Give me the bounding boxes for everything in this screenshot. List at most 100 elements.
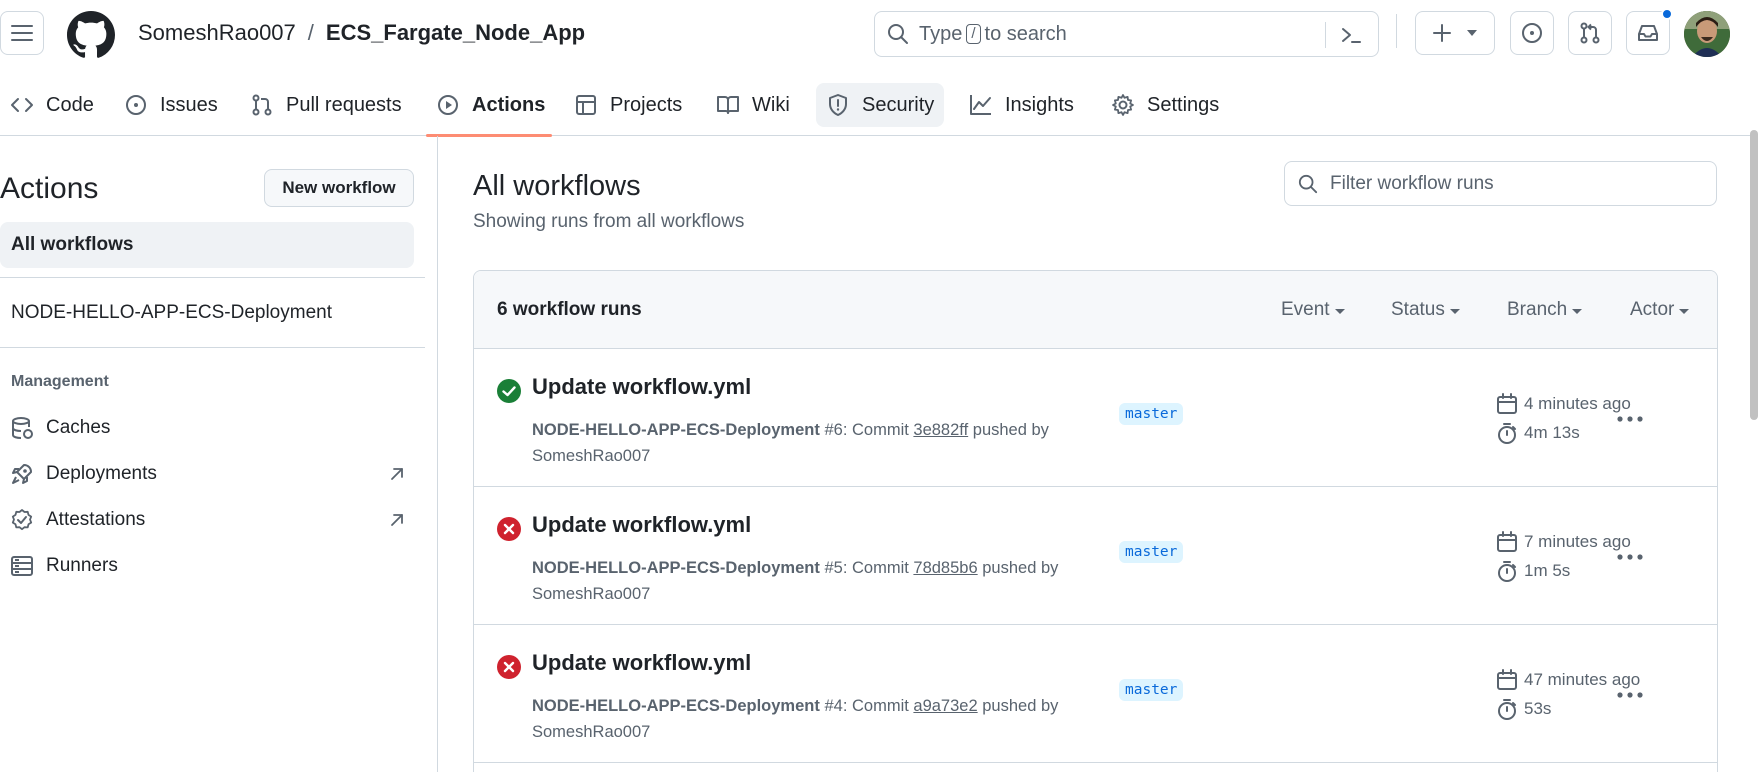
- sidebar-item-attestations[interactable]: Attestations: [10, 504, 405, 536]
- rocket-icon: [12, 464, 32, 484]
- calendar-icon: [1497, 669, 1517, 690]
- search-placeholder-after: to search: [984, 22, 1067, 45]
- tab-insights[interactable]: Insights: [959, 83, 1084, 127]
- workflow-run-row[interactable]: Update workflow.yml NODE-HELLO-APP-ECS-D…: [474, 487, 1717, 625]
- inbox-icon: [1638, 25, 1658, 41]
- event-filter-label: Event: [1281, 299, 1330, 320]
- run-meta: NODE-HELLO-APP-ECS-Deployment #4: Commit…: [532, 693, 1092, 745]
- new-workflow-button[interactable]: New workflow: [264, 169, 414, 207]
- server-icon: [11, 556, 33, 576]
- breadcrumb: SomeshRao007 / ECS_Fargate_Node_App: [138, 20, 585, 46]
- run-actor[interactable]: SomeshRao007: [532, 447, 650, 465]
- arrow-up-right-icon: [391, 468, 403, 480]
- sidebar-title: Actions: [0, 172, 99, 205]
- actor-filter-dropdown[interactable]: Actor: [1630, 299, 1690, 321]
- caret-down-icon: [1679, 308, 1690, 314]
- run-title-link[interactable]: Update workflow.yml: [532, 512, 751, 538]
- book-icon: [717, 96, 739, 114]
- tab-issues-label: Issues: [160, 93, 218, 116]
- event-filter-dropdown[interactable]: Event: [1281, 299, 1345, 321]
- status-filter-dropdown[interactable]: Status: [1391, 299, 1460, 321]
- run-actor[interactable]: SomeshRao007: [532, 723, 650, 741]
- sidebar-item-caches-label: Caches: [46, 417, 111, 438]
- run-options-button[interactable]: [1610, 542, 1650, 572]
- global-search-input[interactable]: Type / to search: [874, 11, 1379, 57]
- commit-sha-link[interactable]: 78d85b6: [913, 559, 977, 577]
- tab-security-label: Security: [862, 93, 935, 116]
- avatar[interactable]: [1684, 11, 1730, 57]
- workflow-run-row[interactable]: Update workflow.yml NODE-HELLO-APP-ECS-D…: [474, 349, 1717, 487]
- commit-sha-link[interactable]: 3e882ff: [913, 421, 968, 439]
- sidebar-item-all-workflows[interactable]: All workflows: [0, 222, 414, 268]
- filter-workflow-runs-input[interactable]: Filter workflow runs: [1284, 161, 1717, 206]
- tab-insights-label: Insights: [1005, 93, 1074, 116]
- sidebar-item-attestations-label: Attestations: [46, 509, 146, 530]
- page-subtitle: Showing runs from all workflows: [473, 211, 745, 232]
- stopwatch-icon: [1498, 699, 1516, 720]
- pull-requests-button[interactable]: [1568, 11, 1612, 55]
- run-actor[interactable]: SomeshRao007: [532, 585, 650, 603]
- run-duration: 4m 13s: [1496, 422, 1580, 444]
- github-logo-icon[interactable]: [67, 11, 115, 59]
- branch-filter-label: Branch: [1507, 299, 1568, 320]
- repo-name-link[interactable]: ECS_Fargate_Node_App: [326, 20, 585, 46]
- tab-actions-label: Actions: [472, 93, 546, 116]
- run-options-button[interactable]: [1610, 680, 1650, 710]
- tab-projects[interactable]: Projects: [564, 83, 692, 127]
- plus-icon: [1433, 24, 1451, 42]
- tab-issues[interactable]: Issues: [114, 83, 228, 127]
- run-workflow-name: NODE-HELLO-APP-ECS-Deployment: [532, 697, 820, 715]
- page-scrollbar[interactable]: [1750, 130, 1758, 420]
- git-pull-request-icon: [252, 94, 272, 116]
- branch-badge[interactable]: master: [1119, 679, 1184, 701]
- run-meta: NODE-HELLO-APP-ECS-Deployment #5: Commit…: [532, 555, 1092, 607]
- issue-opened-icon: [1522, 23, 1542, 43]
- workflow-runs-header: 6 workflow runs Event Status Branch Acto…: [474, 271, 1717, 349]
- actions-sidebar: Actions New workflow All workflows NODE-…: [0, 136, 438, 772]
- tab-settings[interactable]: Settings: [1101, 83, 1229, 127]
- run-commit-label: : Commit: [842, 421, 909, 439]
- hamburger-menu-button[interactable]: [0, 11, 44, 55]
- search-divider: [1325, 22, 1326, 48]
- tab-code[interactable]: Code: [0, 83, 104, 127]
- run-pushed-by: pushed by: [982, 697, 1059, 715]
- search-placeholder-before: Type: [919, 22, 963, 45]
- tab-security[interactable]: Security: [816, 83, 945, 127]
- search-icon: [1298, 174, 1318, 193]
- caret-down-icon: [1572, 308, 1583, 314]
- sidebar-item-runners[interactable]: Runners: [10, 550, 405, 582]
- play-icon: [438, 95, 458, 115]
- command-palette-icon[interactable]: [1340, 24, 1362, 46]
- sidebar-divider: [0, 277, 425, 278]
- commit-sha-link[interactable]: a9a73e2: [913, 697, 977, 715]
- branch-filter-dropdown[interactable]: Branch: [1507, 299, 1583, 321]
- issues-button[interactable]: [1510, 11, 1554, 55]
- run-options-button[interactable]: [1610, 404, 1650, 434]
- tab-pull-requests[interactable]: Pull requests: [240, 83, 412, 127]
- sidebar-item-deployments[interactable]: Deployments: [10, 458, 405, 490]
- branch-badge[interactable]: master: [1119, 541, 1184, 563]
- caret-down-icon: [1449, 308, 1460, 314]
- run-commit-label: : Commit: [842, 697, 909, 715]
- table-icon: [576, 95, 596, 115]
- branch-badge[interactable]: master: [1119, 403, 1184, 425]
- breadcrumb-separator: /: [307, 20, 314, 45]
- run-title-link[interactable]: Update workflow.yml: [532, 374, 751, 400]
- sidebar-item-workflow[interactable]: NODE-HELLO-APP-ECS-Deployment: [11, 302, 332, 324]
- create-new-button[interactable]: [1415, 11, 1495, 55]
- sidebar-item-caches[interactable]: Caches: [10, 412, 405, 444]
- run-number: #5: [824, 559, 843, 577]
- workflow-run-row[interactable]: Update workflow.yml NODE-HELLO-APP-ECS-D…: [474, 625, 1717, 763]
- repo-owner-link[interactable]: SomeshRao007: [138, 20, 296, 46]
- hamburger-icon: [11, 25, 33, 41]
- tab-wiki[interactable]: Wiki: [706, 83, 800, 127]
- kebab-horizontal-icon: [1617, 692, 1643, 698]
- run-title-link[interactable]: Update workflow.yml: [532, 650, 751, 676]
- page-title: All workflows: [473, 170, 641, 202]
- tab-actions[interactable]: Actions: [426, 83, 555, 127]
- tab-wiki-label: Wiki: [752, 93, 790, 116]
- x-circle-fill-icon: [497, 655, 521, 679]
- run-commit-label: : Commit: [842, 559, 909, 577]
- run-duration-value: 4m 13s: [1524, 423, 1580, 442]
- sidebar-item-deployments-label: Deployments: [46, 463, 157, 484]
